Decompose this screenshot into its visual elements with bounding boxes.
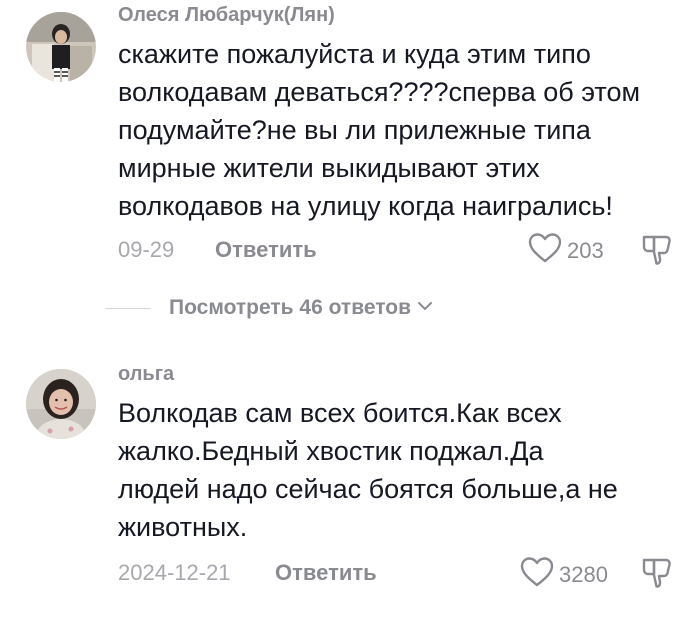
heart-outline-icon [520, 556, 554, 593]
divider-line [105, 307, 151, 309]
chevron-down-icon [417, 299, 433, 317]
like-count: 3280 [559, 561, 608, 587]
comment-date: 2024-12-21 [118, 560, 231, 585]
view-replies-label: Посмотреть 46 ответов [169, 296, 411, 319]
comment-text: Волкодав сам всех боится.Как всех жалко.… [118, 398, 618, 542]
like-count: 203 [567, 237, 604, 263]
like-button[interactable]: 203 [528, 232, 604, 269]
view-replies-button[interactable]: Посмотреть 46 ответов [105, 296, 433, 320]
avatar[interactable] [26, 12, 96, 82]
dislike-button[interactable] [640, 233, 674, 272]
heart-outline-icon [528, 232, 562, 269]
comment-username[interactable]: Олеся Любарчук(Лян) [118, 4, 335, 27]
dislike-button[interactable] [640, 556, 674, 595]
comment-date: 09-29 [118, 237, 175, 262]
comment-username[interactable]: ольга [118, 363, 174, 386]
comment-text: скажите пожалуйста и куда этим типо волк… [118, 39, 641, 221]
thumbs-down-icon [640, 235, 674, 271]
avatar[interactable] [26, 369, 96, 439]
reply-button[interactable]: Ответить [275, 560, 377, 586]
like-button[interactable]: 3280 [520, 556, 608, 593]
reply-button[interactable]: Ответить [215, 237, 317, 263]
thumbs-down-icon [640, 558, 674, 594]
